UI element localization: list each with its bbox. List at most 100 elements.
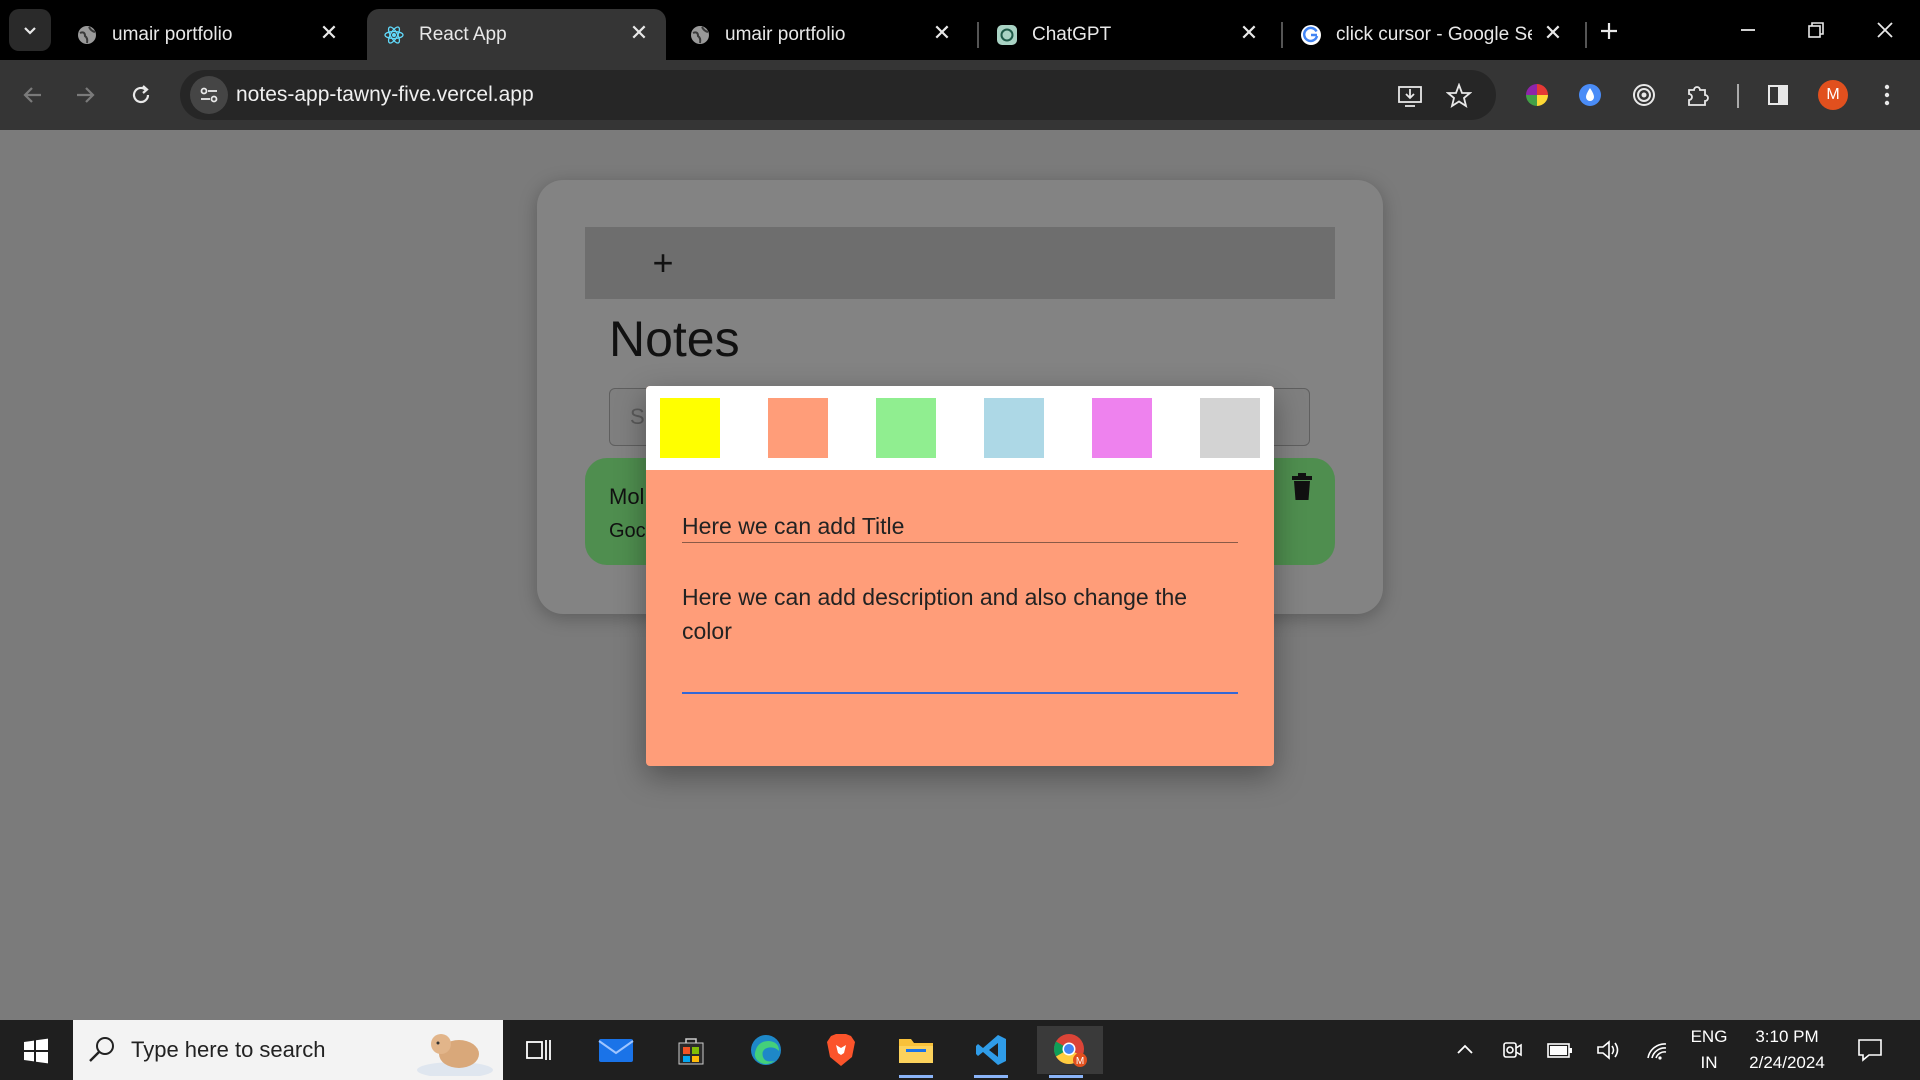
site-info-button[interactable] <box>190 76 228 114</box>
delete-note-button[interactable] <box>1287 470 1317 504</box>
color-picker <box>646 386 1274 470</box>
notifications-button[interactable] <box>1856 1036 1884 1064</box>
network-button[interactable] <box>1644 1036 1672 1064</box>
chevron-up-icon <box>1457 1044 1473 1054</box>
region-indicator[interactable]: IN <box>1690 1053 1728 1073</box>
vscode-app[interactable] <box>962 1026 1020 1078</box>
close-icon[interactable]: ✕ <box>1238 20 1260 45</box>
clock-date[interactable]: 2/24/2024 <box>1740 1053 1834 1073</box>
tab-title: umair portfolio <box>725 23 846 45</box>
react-icon <box>384 25 404 44</box>
forward-button[interactable] <box>64 74 106 116</box>
meet-now-button[interactable] <box>1498 1036 1526 1064</box>
add-note-button[interactable]: + <box>637 237 689 289</box>
language-indicator[interactable]: ENG <box>1690 1027 1728 1047</box>
clock-time[interactable]: 3:10 PM <box>1742 1027 1832 1047</box>
camera-icon <box>1503 1042 1522 1058</box>
new-tab-button[interactable] <box>1592 14 1626 48</box>
tab-react-app[interactable]: React App ✕ <box>367 9 666 60</box>
side-panel-button[interactable] <box>1757 74 1799 116</box>
battery-button[interactable] <box>1546 1036 1574 1064</box>
taskbar-search-placeholder: Type here to search <box>131 1037 326 1062</box>
tab-separator <box>977 22 979 48</box>
bookmark-button[interactable] <box>1442 79 1476 113</box>
brave-app[interactable] <box>812 1026 870 1074</box>
drop-extension-button[interactable] <box>1569 74 1611 116</box>
edge-app[interactable] <box>737 1026 795 1074</box>
close-icon[interactable]: ✕ <box>318 20 340 45</box>
color-extension-button[interactable] <box>1516 74 1558 116</box>
show-hidden-icons-button[interactable] <box>1451 1036 1479 1064</box>
volume-button[interactable] <box>1594 1036 1622 1064</box>
color-swatch-violet[interactable] <box>1092 398 1152 458</box>
tab-google-search[interactable]: click cursor - Google Sear ✕ <box>1284 9 1580 60</box>
tab-search-button[interactable] <box>9 9 51 51</box>
tune-icon <box>200 87 218 103</box>
close-icon[interactable]: ✕ <box>628 20 650 45</box>
color-wheel-icon <box>1526 84 1548 106</box>
mail-icon <box>598 1039 634 1062</box>
note-description: Goc <box>609 520 646 542</box>
restore-icon <box>1808 22 1824 38</box>
tab-title: click cursor - Google Sear <box>1336 23 1532 45</box>
close-window-button[interactable] <box>1863 10 1907 50</box>
file-explorer-icon <box>899 1039 933 1063</box>
file-explorer-app[interactable] <box>887 1026 945 1078</box>
taskbar-search[interactable]: Type here to search <box>73 1020 503 1080</box>
color-swatch-lightgray[interactable] <box>1200 398 1260 458</box>
edit-note-modal: Here we can add description and also cha… <box>646 386 1274 766</box>
chrome-app[interactable]: M <box>1037 1026 1103 1078</box>
profile-button[interactable]: M <box>1812 74 1854 116</box>
color-swatch-yellow[interactable] <box>660 398 720 458</box>
notification-icon <box>1858 1039 1882 1062</box>
color-swatch-salmon[interactable] <box>768 398 828 458</box>
wifi-icon <box>1647 1043 1667 1060</box>
task-view-icon <box>526 1040 551 1060</box>
page-title: Notes <box>609 311 740 367</box>
restore-button[interactable] <box>1794 10 1838 50</box>
install-app-button[interactable] <box>1393 79 1427 113</box>
add-note-bar: + <box>585 227 1335 299</box>
tab-umair-portfolio-2[interactable]: umair portfolio ✕ <box>673 9 969 60</box>
note-description-input[interactable]: Here we can add description and also cha… <box>682 580 1238 694</box>
chatgpt-icon <box>997 24 1017 45</box>
mail-app[interactable] <box>587 1026 645 1074</box>
tab-separator <box>1585 22 1587 48</box>
plus-icon <box>1601 23 1617 39</box>
address-bar[interactable]: notes-app-tawny-five.vercel.app <box>180 70 1496 120</box>
tab-title: ChatGPT <box>1032 23 1112 45</box>
close-icon[interactable]: ✕ <box>931 20 953 45</box>
close-icon <box>1877 22 1893 38</box>
color-swatch-lightgreen[interactable] <box>876 398 936 458</box>
avatar: M <box>1818 80 1848 110</box>
target-extension-button[interactable] <box>1623 74 1665 116</box>
color-swatch-lightblue[interactable] <box>984 398 1044 458</box>
svg-text:M: M <box>1076 1056 1084 1067</box>
store-app[interactable] <box>662 1026 720 1074</box>
task-view-button[interactable] <box>510 1026 568 1074</box>
tab-chatgpt[interactable]: ChatGPT ✕ <box>980 9 1276 60</box>
search-icon <box>89 1037 114 1062</box>
url-text[interactable]: notes-app-tawny-five.vercel.app <box>236 83 534 107</box>
browser-menu-button[interactable] <box>1866 74 1908 116</box>
minimize-button[interactable] <box>1726 10 1770 50</box>
chevron-down-icon <box>24 27 36 35</box>
star-icon <box>1446 83 1472 108</box>
start-button[interactable] <box>10 1030 62 1072</box>
extensions-button[interactable] <box>1677 74 1719 116</box>
close-icon[interactable]: ✕ <box>1542 20 1564 45</box>
target-icon <box>1633 84 1655 106</box>
store-icon <box>678 1038 704 1065</box>
vscode-icon <box>976 1035 1006 1065</box>
google-icon <box>1301 24 1321 45</box>
tab-strip: umair portfolio ✕ React App ✕ umair port… <box>0 0 1920 60</box>
browser-toolbar: notes-app-tawny-five.vercel.app M <box>0 60 1920 130</box>
globe-icon <box>78 25 96 44</box>
tab-separator <box>1281 22 1283 48</box>
reload-icon <box>132 85 150 104</box>
tab-umair-portfolio-1[interactable]: umair portfolio ✕ <box>60 9 356 60</box>
reload-button[interactable] <box>120 74 162 116</box>
back-button[interactable] <box>12 74 54 116</box>
chrome-icon: M <box>1054 1034 1087 1067</box>
note-title-input[interactable] <box>682 510 1238 543</box>
